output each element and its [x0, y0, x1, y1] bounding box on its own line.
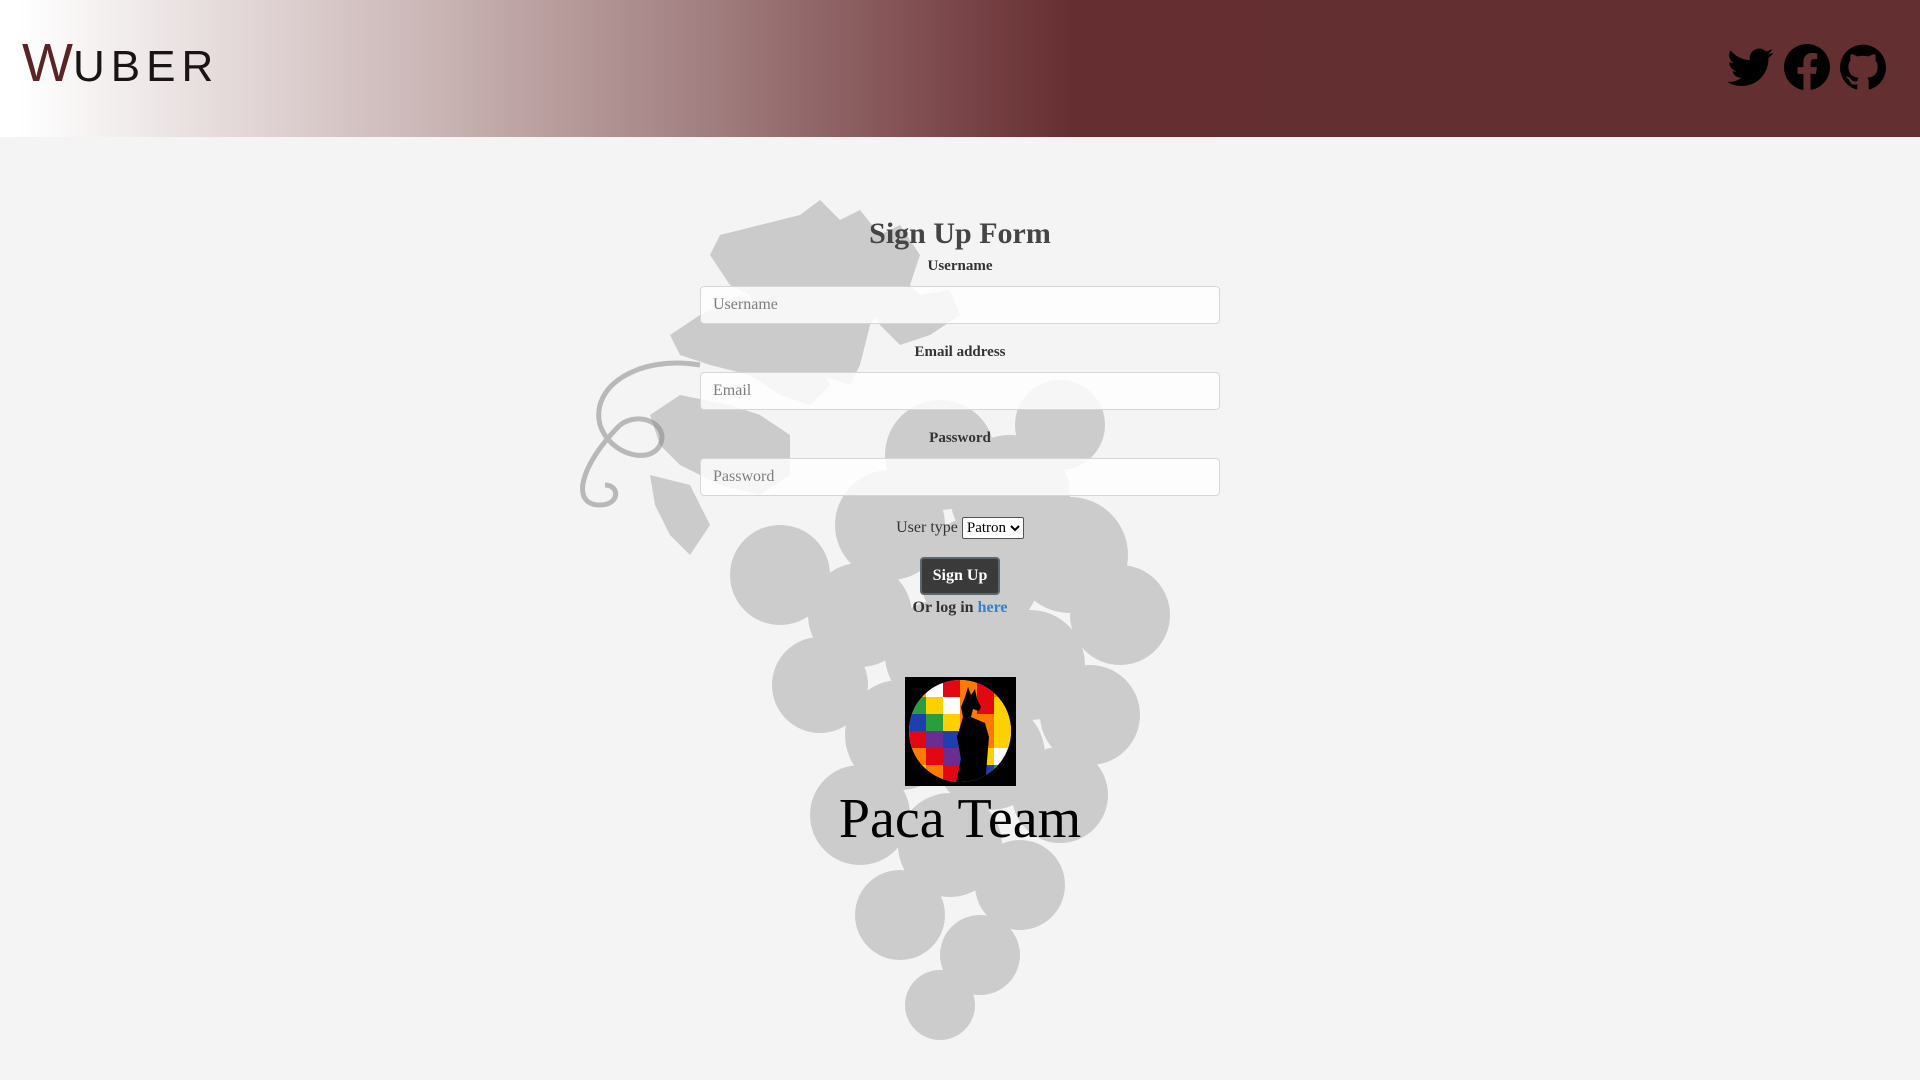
user-type-row: User type Patron: [700, 516, 1220, 540]
logo-first-letter: W: [22, 33, 73, 93]
email-input[interactable]: [700, 372, 1220, 410]
social-links: [1727, 44, 1886, 90]
username-input[interactable]: [700, 286, 1220, 324]
login-line: Or log in here: [700, 599, 1220, 617]
form-title: Sign Up Form: [869, 217, 1051, 250]
password-label: Password: [929, 430, 991, 446]
user-type-label: User type: [896, 519, 958, 536]
password-input[interactable]: [700, 458, 1220, 496]
team-name: Paca Team: [838, 788, 1082, 850]
wuber-logo[interactable]: WUBER: [22, 36, 219, 90]
facebook-icon[interactable]: [1784, 44, 1830, 90]
username-label: Username: [927, 258, 993, 274]
email-label: Email address: [914, 344, 1006, 360]
paca-team-logo: [905, 677, 1016, 786]
github-icon[interactable]: [1840, 44, 1886, 90]
logo-rest: UBER: [72, 42, 220, 91]
signup-form: Sign Up Form Username Email address Pass…: [700, 212, 1220, 617]
signup-button[interactable]: Sign Up: [920, 557, 1000, 595]
site-header: WUBER: [0, 0, 1920, 137]
login-prefix: Or log in: [912, 599, 974, 616]
twitter-icon[interactable]: [1727, 44, 1774, 90]
user-type-select[interactable]: Patron: [961, 517, 1024, 540]
login-link[interactable]: here: [978, 599, 1008, 616]
